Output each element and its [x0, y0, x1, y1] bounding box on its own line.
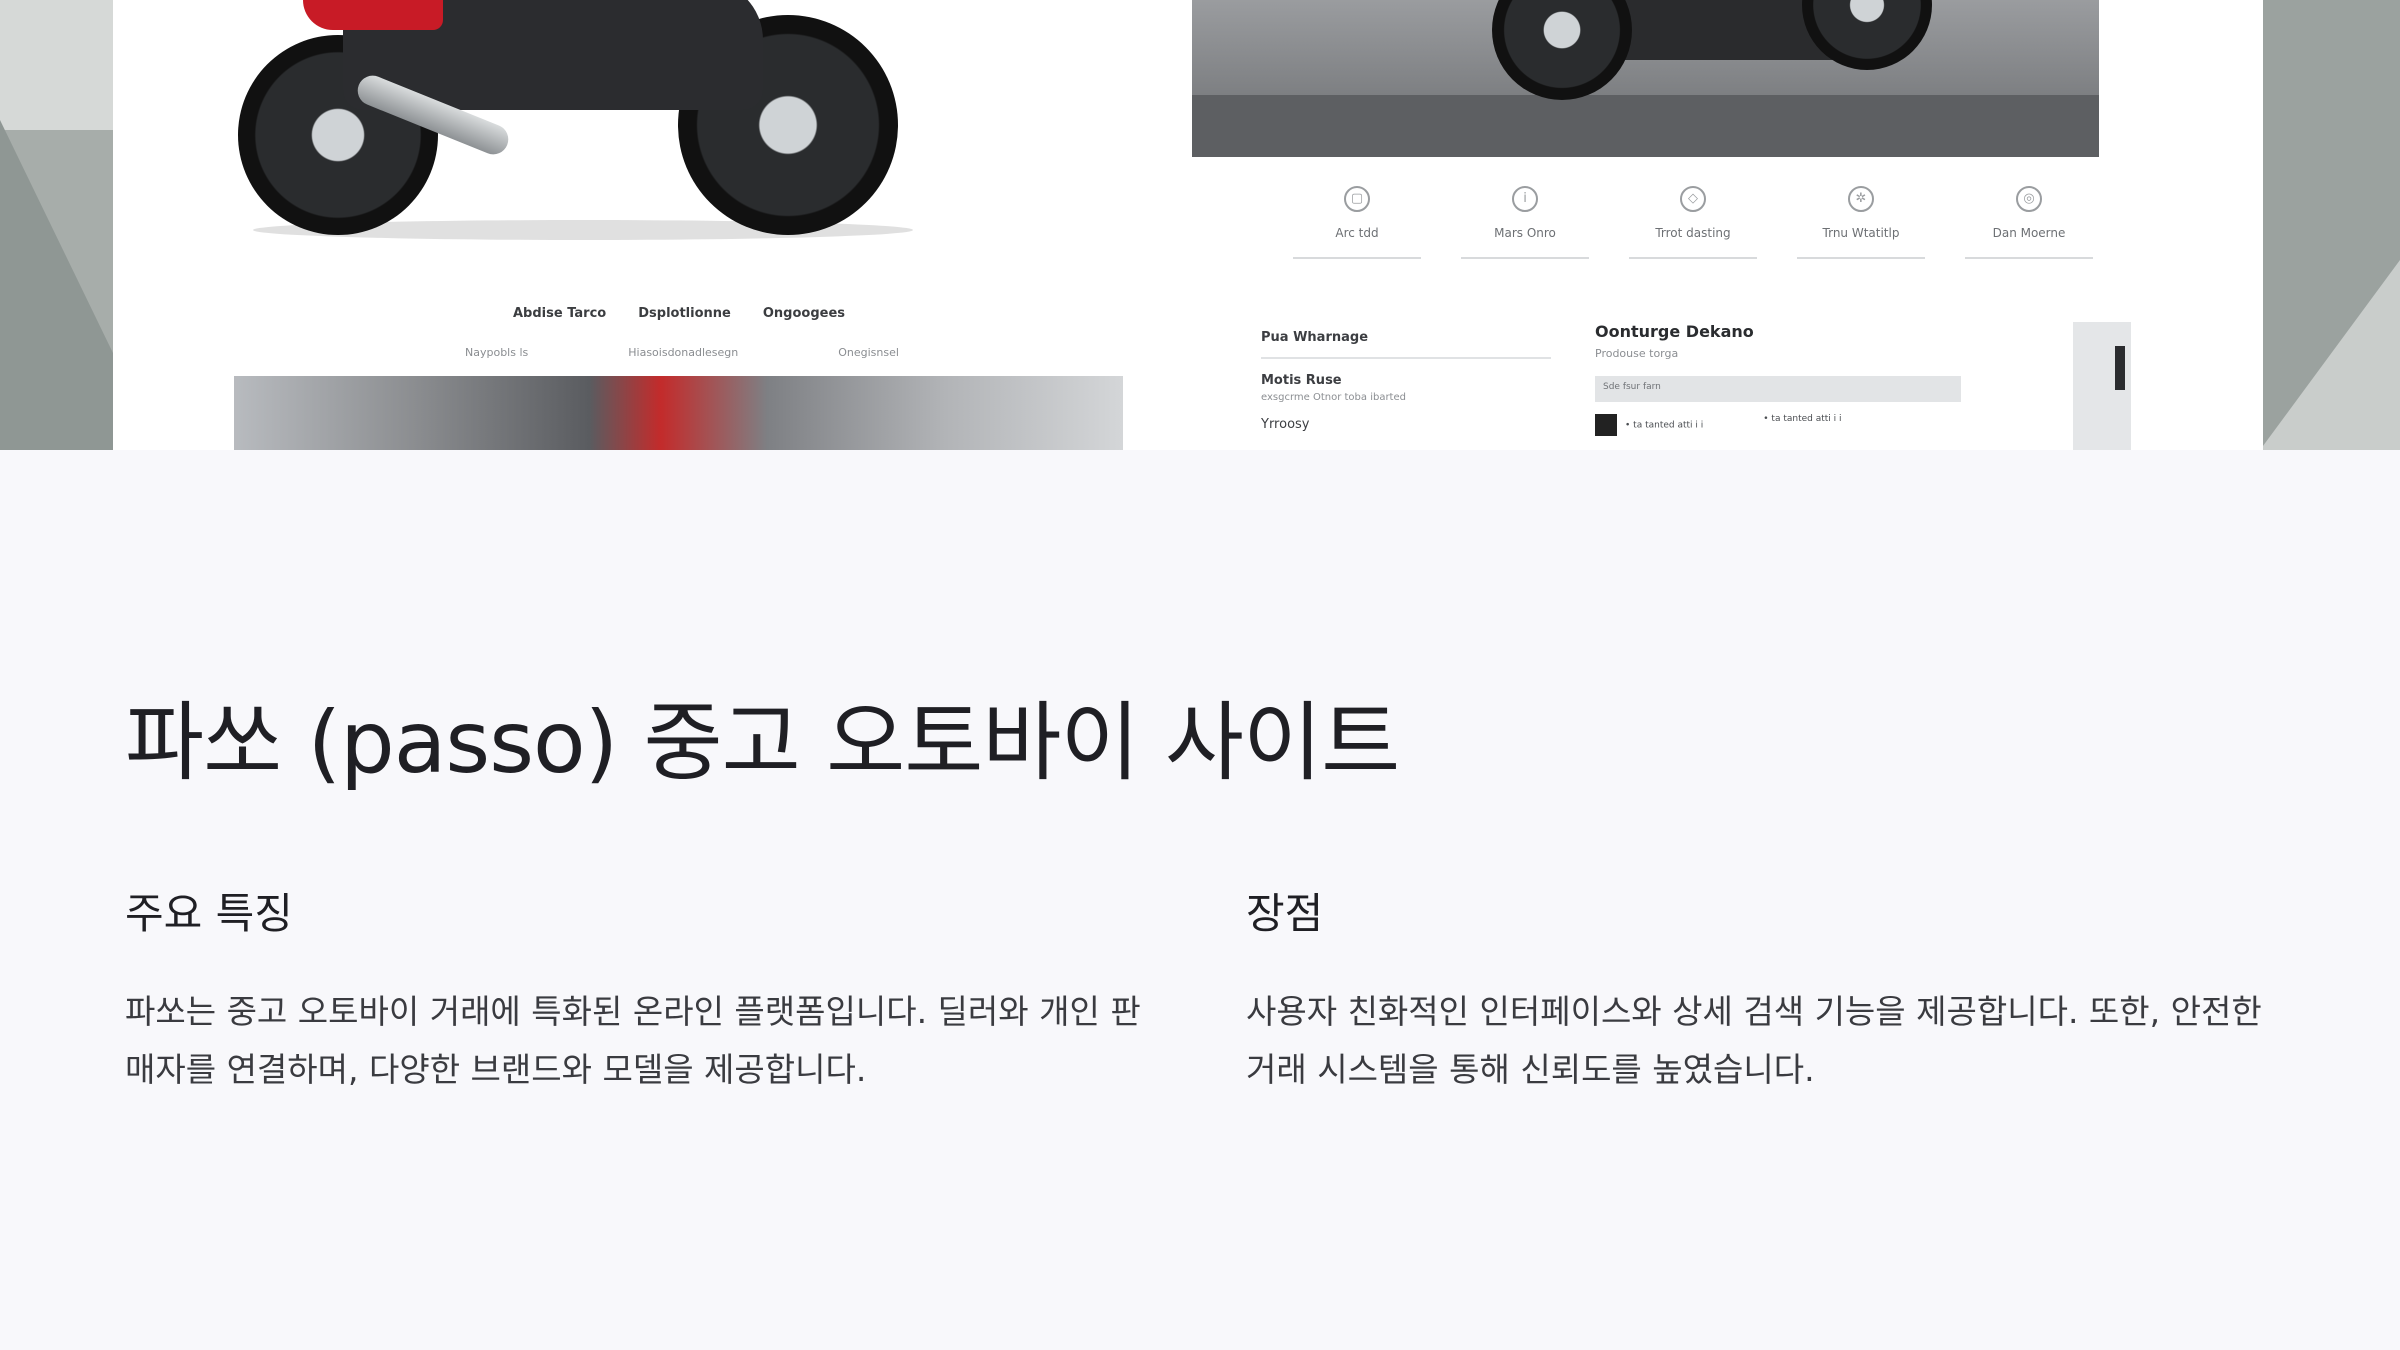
mockup-nav-item: Ongoogees: [762, 306, 845, 321]
gear-icon: ✲: [1848, 186, 1874, 212]
hero-background-shape-right: [2260, 260, 2400, 450]
mockup-info-heading: Pua Wharnage: [1261, 330, 1551, 359]
tag-icon: ◇: [1680, 186, 1706, 212]
mockup-subnav-item: Onegisnsel: [838, 346, 899, 359]
mockup-feature: ◇ Trrot dasting: [1629, 186, 1757, 259]
mockup-feature: ▢ Arc tdd: [1293, 186, 1421, 259]
mockup-feature-label: Arc tdd: [1335, 226, 1379, 240]
mockup-scrollbar-thumb: [2115, 346, 2125, 390]
mockup-info-label: Yrroosy: [1261, 417, 1310, 432]
box-icon: ▢: [1344, 186, 1370, 212]
target-icon: ◎: [2016, 186, 2042, 212]
advantages-body: 사용자 친화적인 인터페이스와 상세 검색 기능을 제공합니다. 또한, 안전한…: [1246, 992, 2262, 1089]
mockup-info-left: Pua Wharnage Motis Ruse exsgcrme Otnor t…: [1261, 330, 1551, 432]
mockup-feature-row: ▢ Arc tdd i Mars Onro ◇ Trrot dasting ✲ …: [1293, 186, 2093, 259]
advantages-section: 장점 사용자 친화적인 인터페이스와 상세 검색 기능을 제공합니다. 또한, …: [1246, 880, 2266, 1099]
mockup-info-right: Oonturge Dekano Prodouse torga Sde fsur …: [1595, 322, 1995, 436]
features-section: 주요 특징 파쏘는 중고 오토바이 거래에 특화된 온라인 플랫폼입니다. 딜러…: [125, 880, 1145, 1099]
mockup-detail-heading: Oonturge Dekano: [1595, 322, 1754, 341]
motorcycle-rear-wheel: [1492, 0, 1632, 100]
mockup-info-subheading: Motis Ruse: [1261, 373, 1342, 388]
mockup-detail-item: • ta tanted atti i i: [1595, 414, 1703, 436]
hero-background-left: [0, 0, 113, 130]
mockup-scrollbar: [2073, 322, 2131, 450]
mockup-feature: i Mars Onro: [1461, 186, 1589, 259]
mockup-feature-label: Trnu Wtatitlp: [1822, 226, 1900, 240]
features-heading: 주요 특징: [125, 889, 293, 938]
mockup-subnav-item: Hiasoisdonadlesegn: [628, 346, 739, 359]
mockup-detail-sub: Prodouse torga: [1595, 347, 1679, 360]
mockup-info-text: exsgcrme Otnor toba ibarted: [1261, 392, 1406, 403]
mockup-subnav-item: Naypobls ls: [465, 346, 529, 359]
mockup-nav-item: Abdise Tarco: [513, 306, 607, 321]
rider-photo: [234, 376, 1123, 450]
mockup-feature-label: Dan Moerne: [1992, 226, 2066, 240]
motorcycle-tank: [303, 0, 443, 30]
mockup-feature-label: Trrot dasting: [1655, 226, 1731, 240]
mockup-detail-item-text: • ta tanted atti i i: [1625, 420, 1704, 431]
mockup-nav: Abdise Tarco Dsplotlionne Ongoogees: [513, 306, 845, 321]
mockup-feature: ✲ Trnu Wtatitlp: [1797, 186, 1925, 259]
advantages-heading: 장점: [1246, 889, 1324, 938]
mockup-search-bar: Sde fsur farn: [1595, 376, 1961, 402]
motorcycle-image: [173, 0, 913, 280]
mockup-nav-item: Dsplotlionne: [638, 306, 731, 321]
page-title: 파쏘 (passo) 중고 오토바이 사이트: [125, 693, 1400, 793]
road-motorcycle-photo: [1192, 0, 2099, 157]
road: [1192, 95, 2099, 157]
mockup-subnav: Naypobls ls Hiasoisdonadlesegn Onegisnse…: [465, 346, 899, 359]
mockup-detail-item: • ta tanted atti i i: [1763, 414, 1842, 424]
website-mockup: Abdise Tarco Dsplotlionne Ongoogees Nayp…: [113, 0, 2263, 450]
features-body: 파쏘는 중고 오토바이 거래에 특화된 온라인 플랫폼입니다. 딜러와 개인 판…: [125, 992, 1141, 1089]
mockup-feature: ◎ Dan Moerne: [1965, 186, 2093, 259]
thumbnail: [1595, 414, 1617, 436]
mockup-feature-label: Mars Onro: [1494, 226, 1556, 240]
mockup-detail-row: • ta tanted atti i i • ta tanted atti i …: [1595, 414, 1995, 436]
info-icon: i: [1512, 186, 1538, 212]
hero-image: Abdise Tarco Dsplotlionne Ongoogees Nayp…: [0, 0, 2400, 450]
